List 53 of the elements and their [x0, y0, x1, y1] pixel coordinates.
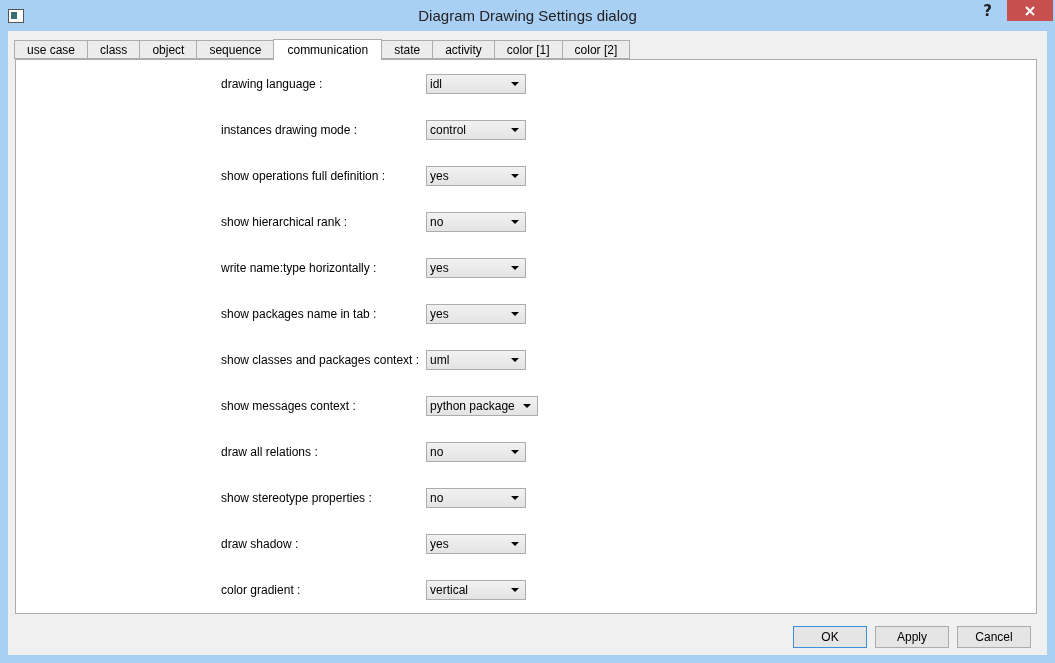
dropdown[interactable]: yes — [426, 534, 526, 554]
dropdown-arrow-icon — [511, 358, 519, 362]
dialog-button[interactable]: OK — [793, 626, 867, 648]
app-icon — [8, 8, 24, 23]
dropdown-arrow-icon — [511, 450, 519, 454]
dropdown[interactable]: yes — [426, 166, 526, 186]
dropdown-arrow-icon — [511, 496, 519, 500]
close-button[interactable] — [1007, 0, 1053, 21]
setting-label: color gradient : — [221, 583, 302, 597]
setting-label: draw shadow : — [221, 537, 300, 551]
window-title: Diagram Drawing Settings dialog — [418, 7, 637, 24]
dropdown[interactable]: no — [426, 212, 526, 232]
dialog-button[interactable]: Apply — [875, 626, 949, 648]
setting-label: drawing language : — [221, 77, 324, 91]
dropdown[interactable]: yes — [426, 304, 526, 324]
dropdown[interactable]: uml — [426, 350, 526, 370]
dialog-button[interactable]: Cancel — [957, 626, 1031, 648]
setting-label: show hierarchical rank : — [221, 215, 349, 229]
dropdown[interactable]: python package — [426, 396, 538, 416]
dropdown[interactable]: yes — [426, 258, 526, 278]
tab[interactable]: class — [87, 40, 141, 59]
tab[interactable]: color [2] — [561, 40, 631, 59]
setting-label: write name:type horizontally : — [221, 261, 378, 275]
tab[interactable]: activity — [432, 40, 495, 59]
help-button[interactable]: ? — [983, 2, 992, 20]
setting-label: show packages name in tab : — [221, 307, 378, 321]
close-icon — [1025, 5, 1035, 16]
dropdown-arrow-icon — [511, 588, 519, 592]
dropdown-arrow-icon — [511, 312, 519, 316]
dropdown-arrow-icon — [511, 220, 519, 224]
dropdown[interactable]: vertical — [426, 580, 526, 600]
tab[interactable]: state — [381, 40, 434, 59]
dropdown-arrow-icon — [511, 266, 519, 270]
setting-label: draw all relations : — [221, 445, 319, 459]
setting-label: show stereotype properties : — [221, 491, 373, 505]
setting-label: instances drawing mode : — [221, 123, 359, 137]
dropdown-arrow-icon — [511, 174, 519, 178]
dropdown[interactable]: no — [426, 488, 526, 508]
dropdown-arrow-icon — [511, 128, 519, 132]
setting-label: show operations full definition : — [221, 169, 387, 183]
tab[interactable]: object — [139, 40, 198, 59]
dropdown[interactable]: idl — [426, 74, 526, 94]
tab[interactable]: color [1] — [493, 40, 563, 59]
dropdown-arrow-icon — [522, 404, 531, 408]
setting-label: show classes and packages context : — [221, 353, 421, 367]
dropdown[interactable]: no — [426, 442, 526, 462]
tab[interactable]: communication — [273, 39, 383, 60]
dropdown-arrow-icon — [511, 82, 519, 86]
setting-label: show messages context : — [221, 399, 357, 413]
tab[interactable]: use case — [14, 40, 89, 59]
tab[interactable]: sequence — [196, 40, 275, 59]
dropdown-arrow-icon — [511, 542, 519, 546]
dropdown[interactable]: control — [426, 120, 526, 140]
